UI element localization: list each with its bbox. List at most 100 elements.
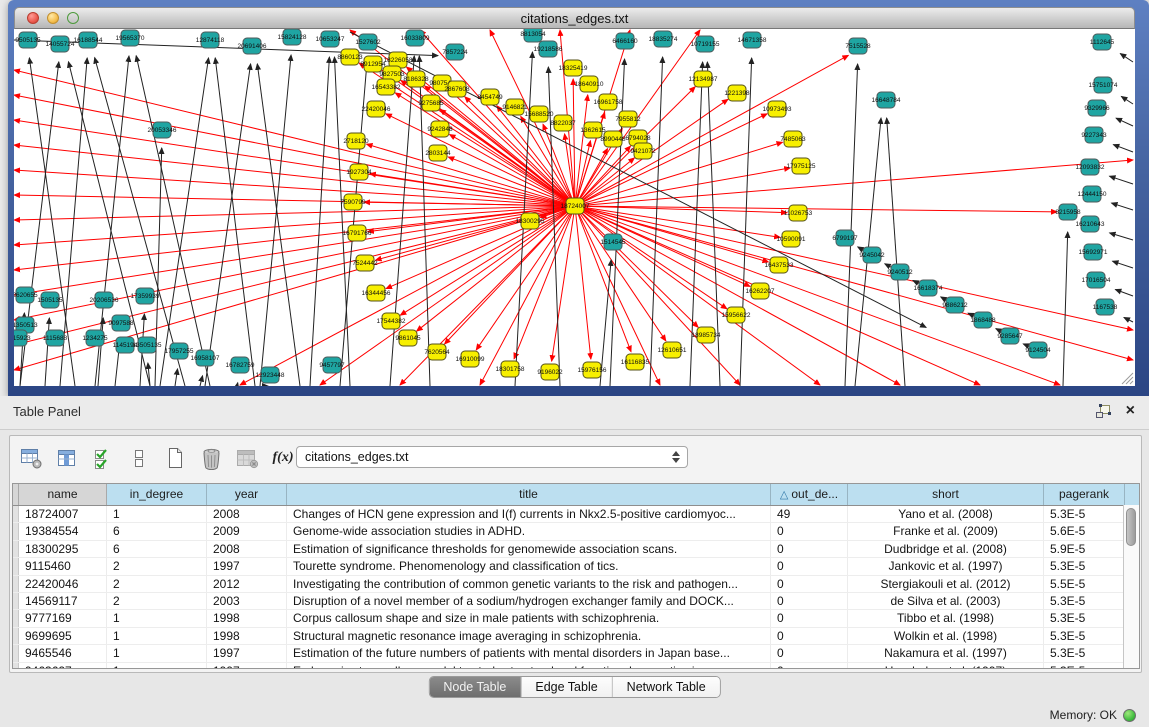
graph-node[interactable]: 8813054 xyxy=(520,29,546,42)
table-row[interactable]: 1830029562008Estimation of significance … xyxy=(13,541,1139,558)
graph-node[interactable]: 16344456 xyxy=(362,285,391,301)
table-cell[interactable]: Tourette syndrome. Phenomenology and cla… xyxy=(287,558,771,574)
graph-node[interactable]: 18301758 xyxy=(496,361,525,377)
table-cell[interactable]: 1998 xyxy=(207,610,287,626)
table-cell[interactable]: 0 xyxy=(771,645,848,661)
table-cell[interactable]: 5.5E-5 xyxy=(1044,576,1125,592)
graph-node[interactable]: 1505135 xyxy=(37,292,63,308)
table-cell[interactable]: 1997 xyxy=(207,645,287,661)
table-cell[interactable]: Wolkin et al. (1998) xyxy=(848,628,1044,644)
graph-node[interactable]: 7620564 xyxy=(424,344,450,360)
graph-node[interactable]: 9275685 xyxy=(418,95,444,111)
graph-node[interactable]: 1167538 xyxy=(1093,299,1118,315)
table-cell[interactable]: 0 xyxy=(771,541,848,557)
graph-node[interactable]: 9196022 xyxy=(537,364,563,380)
graph-node[interactable]: 7485063 xyxy=(780,131,806,147)
graph-node[interactable]: 9240512 xyxy=(887,264,913,280)
graph-node[interactable]: 6799197 xyxy=(832,230,858,246)
table-cell[interactable]: 5.3E-5 xyxy=(1044,558,1125,574)
table-row[interactable]: 969969511998Structural magnetic resonanc… xyxy=(13,628,1139,645)
graph-node[interactable]: 17359939 xyxy=(131,288,160,304)
table-cell[interactable]: 9699695 xyxy=(19,628,107,644)
graph-node[interactable]: 1527602 xyxy=(355,34,381,50)
table-row[interactable]: 946554611997Estimation of the future num… xyxy=(13,645,1139,662)
citation-network-graph[interactable]: 9505135140557241618854419565370128741182… xyxy=(14,29,1135,386)
graph-node[interactable]: 2620655 xyxy=(14,287,38,303)
table-cell[interactable]: 9115460 xyxy=(19,558,107,574)
graph-node[interactable]: 18835274 xyxy=(649,31,678,47)
graph-node[interactable]: 8215958 xyxy=(1055,204,1081,220)
table-row[interactable]: 977716911998Corpus callosum shape and si… xyxy=(13,610,1139,627)
table-cell[interactable]: 5.9E-5 xyxy=(1044,541,1125,557)
graph-node[interactable]: 16961758 xyxy=(594,94,623,110)
table-cell[interactable]: 1 xyxy=(107,628,207,644)
select-columns-button[interactable] xyxy=(54,445,80,471)
table-cell[interactable]: 5.3E-5 xyxy=(1044,506,1125,522)
graph-node[interactable]: 8454749 xyxy=(477,89,503,105)
graph-node[interactable]: 18985734 xyxy=(692,327,721,343)
graph-node[interactable]: 15751074 xyxy=(1089,77,1118,93)
table-cell[interactable]: Genome-wide association studies in ADHD. xyxy=(287,523,771,539)
resize-grip-icon[interactable] xyxy=(1118,369,1134,385)
function-builder-button[interactable]: f(x) xyxy=(270,445,296,471)
graph-node[interactable]: 9505135 xyxy=(15,32,41,48)
table-cell[interactable]: Disruption of a novel member of a sodium… xyxy=(287,593,771,609)
delete-table-button[interactable] xyxy=(198,445,224,471)
column-header-name[interactable]: name xyxy=(19,484,107,505)
graph-node[interactable]: 1221398 xyxy=(724,85,750,101)
tab-node-table[interactable]: Node Table xyxy=(429,677,521,697)
table-cell[interactable]: 18300295 xyxy=(19,541,107,557)
graph-node[interactable]: 16210643 xyxy=(1076,216,1105,232)
scrollbar-thumb[interactable] xyxy=(1126,508,1136,546)
column-settings-button[interactable] xyxy=(18,445,44,471)
graph-node[interactable]: 9886212 xyxy=(942,297,968,313)
tab-network-table[interactable]: Network Table xyxy=(613,677,720,697)
toggle-checkboxes-button[interactable] xyxy=(90,445,116,471)
table-cell[interactable]: 49 xyxy=(771,506,848,522)
tab-edge-table[interactable]: Edge Table xyxy=(521,677,612,697)
graph-node[interactable]: 19218586 xyxy=(534,41,563,57)
graph-node[interactable]: 16188544 xyxy=(74,32,103,48)
table-cell[interactable]: 0 xyxy=(771,628,848,644)
float-panel-icon[interactable] xyxy=(1095,404,1112,419)
close-panel-icon[interactable]: × xyxy=(1126,403,1135,419)
vertical-scrollbar[interactable] xyxy=(1123,505,1139,668)
graph-node[interactable]: 16033809 xyxy=(401,30,430,46)
table-row[interactable]: 946362711997Embryonic stem cells: a mode… xyxy=(13,663,1139,669)
graph-node[interactable]: 9227343 xyxy=(1081,127,1107,143)
column-header-in_degree[interactable]: in_degree xyxy=(107,484,207,505)
column-header-out_de[interactable]: △out_de... xyxy=(771,484,848,505)
table-cell[interactable]: Hescheler et al. (1997) xyxy=(848,663,1044,669)
table-cell[interactable]: 2003 xyxy=(207,593,287,609)
column-header-title[interactable]: title xyxy=(287,484,771,505)
table-cell[interactable]: 22420046 xyxy=(19,576,107,592)
graph-node[interactable]: 10719155 xyxy=(691,36,720,52)
table-cell[interactable]: 2009 xyxy=(207,523,287,539)
graph-node[interactable]: 10590091 xyxy=(777,231,806,247)
graph-node[interactable]: 12610651 xyxy=(658,342,687,358)
graph-node[interactable]: 12923448 xyxy=(256,367,285,383)
graph-node[interactable]: 15824128 xyxy=(278,29,307,45)
graph-node[interactable]: 15692971 xyxy=(1079,244,1108,260)
graph-node[interactable]: 9097588 xyxy=(108,315,134,331)
graph-node[interactable]: 15976156 xyxy=(578,362,607,378)
table-cell[interactable]: 1997 xyxy=(207,663,287,669)
graph-node[interactable]: 13505135 xyxy=(133,337,162,353)
graph-node[interactable]: 9124504 xyxy=(1025,342,1051,358)
table-cell[interactable]: 1 xyxy=(107,506,207,522)
row-height-button[interactable] xyxy=(126,445,152,471)
graph-node[interactable]: 9329966 xyxy=(1084,100,1110,116)
graph-node[interactable]: 16958107 xyxy=(191,350,220,366)
table-cell[interactable]: Jankovic et al. (1997) xyxy=(848,558,1044,574)
graph-node[interactable]: 14671358 xyxy=(738,32,767,48)
graph-node[interactable]: 9861045 xyxy=(395,330,421,346)
table-cell[interactable]: Yano et al. (2008) xyxy=(848,506,1044,522)
table-row[interactable]: 2242004622012Investigating the contribut… xyxy=(13,576,1139,593)
graph-node[interactable]: 7857224 xyxy=(442,44,468,60)
table-cell[interactable]: 2 xyxy=(107,593,207,609)
graph-node[interactable]: 16262207 xyxy=(746,283,775,299)
create-table-button[interactable] xyxy=(162,445,188,471)
table-cell[interactable]: 1 xyxy=(107,663,207,669)
graph-node[interactable]: 9421072 xyxy=(630,143,656,159)
table-cell[interactable]: 5.3E-5 xyxy=(1044,610,1125,626)
